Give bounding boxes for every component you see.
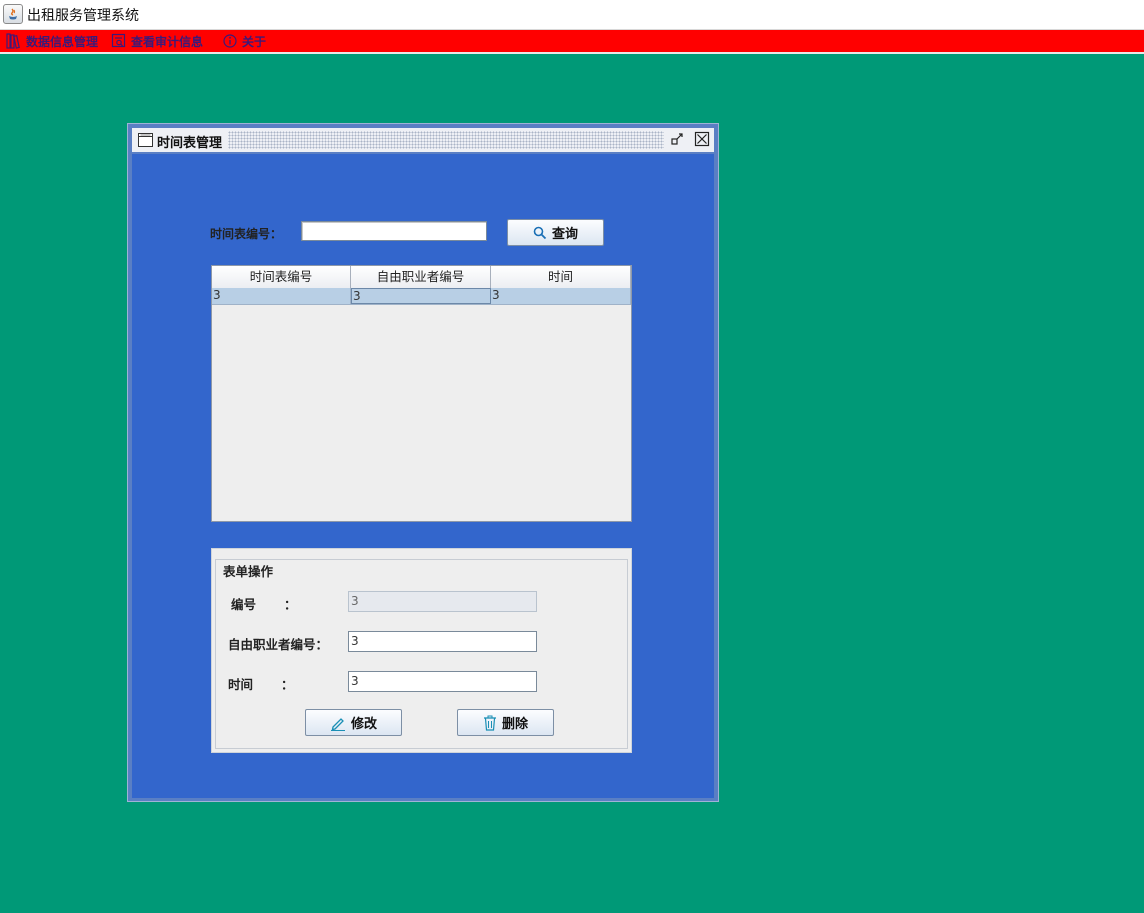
time-colon: ： xyxy=(281,677,294,692)
title-bar: 出租服务管理系统 xyxy=(0,0,1144,30)
menu-data-management[interactable]: 数据信息管理 xyxy=(6,32,98,50)
menu-bar: 数据信息管理 查看审计信息 关于 xyxy=(0,30,1144,54)
books-icon xyxy=(6,33,20,49)
id-field: 3 xyxy=(348,591,537,612)
close-icon[interactable] xyxy=(694,131,710,147)
edit-button[interactable]: 修改 xyxy=(305,709,402,736)
edit-button-label: 修改 xyxy=(350,717,377,732)
menu-label: 数据信息管理 xyxy=(26,34,99,49)
frame-title: 时间表管理 xyxy=(157,136,223,151)
table-row[interactable]: 3 3 3 xyxy=(212,288,631,305)
schedule-id-search-label: 时间表编号： xyxy=(210,227,283,241)
search-icon xyxy=(533,226,547,239)
column-header-freelancer-id[interactable]: 自由职业者编号 xyxy=(351,266,491,288)
menu-label: 查看审计信息 xyxy=(131,34,204,49)
pencil-icon xyxy=(330,717,345,731)
restore-icon[interactable] xyxy=(670,131,686,147)
table-cell[interactable]: 3 xyxy=(491,288,631,304)
query-button[interactable]: 查询 xyxy=(507,219,604,246)
column-header-time[interactable]: 时间 xyxy=(491,266,631,288)
delete-button[interactable]: 删除 xyxy=(457,709,554,736)
delete-button-label: 删除 xyxy=(501,717,528,732)
table-cell[interactable]: 3 xyxy=(351,288,491,304)
frame-content: 时间表编号： 查询 时间表编号 自由职业者编号 时间 3 3 3 表单操作 编号… xyxy=(132,154,714,798)
menu-view-audit[interactable]: 查看审计信息 xyxy=(111,32,203,50)
form-fieldset: 表单操作 编号 ： 3 自由职业者编号： 3 时间 ： 3 修改 删除 xyxy=(215,559,628,749)
window-icon xyxy=(138,133,153,147)
schedule-id-search-input[interactable] xyxy=(301,221,487,241)
window-title: 出租服务管理系统 xyxy=(27,8,139,24)
schedule-table[interactable]: 时间表编号 自由职业者编号 时间 3 3 3 xyxy=(211,265,632,522)
schedule-management-window: 时间表管理 时间表编号： 查询 时间表编号 自由职业者编号 时间 3 3 3 表… xyxy=(127,123,719,802)
form-panel: 表单操作 编号 ： 3 自由职业者编号： 3 时间 ： 3 修改 删除 xyxy=(211,548,632,753)
menu-label: 关于 xyxy=(242,34,267,49)
time-field[interactable]: 3 xyxy=(348,671,537,692)
freelancer-id-field[interactable]: 3 xyxy=(348,631,537,652)
frame-title-bar[interactable]: 时间表管理 xyxy=(132,128,714,152)
form-legend: 表单操作 xyxy=(220,561,277,580)
query-button-label: 查询 xyxy=(551,227,578,242)
java-app-icon xyxy=(3,4,23,24)
title-bar-texture xyxy=(228,131,664,149)
audit-icon xyxy=(111,33,126,48)
table-cell[interactable]: 3 xyxy=(212,288,351,304)
info-icon xyxy=(223,34,237,48)
trash-icon xyxy=(483,715,496,731)
menu-about[interactable]: 关于 xyxy=(222,32,266,50)
id-label: 编号 xyxy=(231,597,257,612)
id-colon: ： xyxy=(284,597,297,612)
table-header: 时间表编号 自由职业者编号 时间 xyxy=(212,266,631,289)
freelancer-id-label: 自由职业者编号： xyxy=(228,637,329,652)
time-label: 时间 xyxy=(228,677,254,692)
column-header-schedule-id[interactable]: 时间表编号 xyxy=(212,266,351,288)
